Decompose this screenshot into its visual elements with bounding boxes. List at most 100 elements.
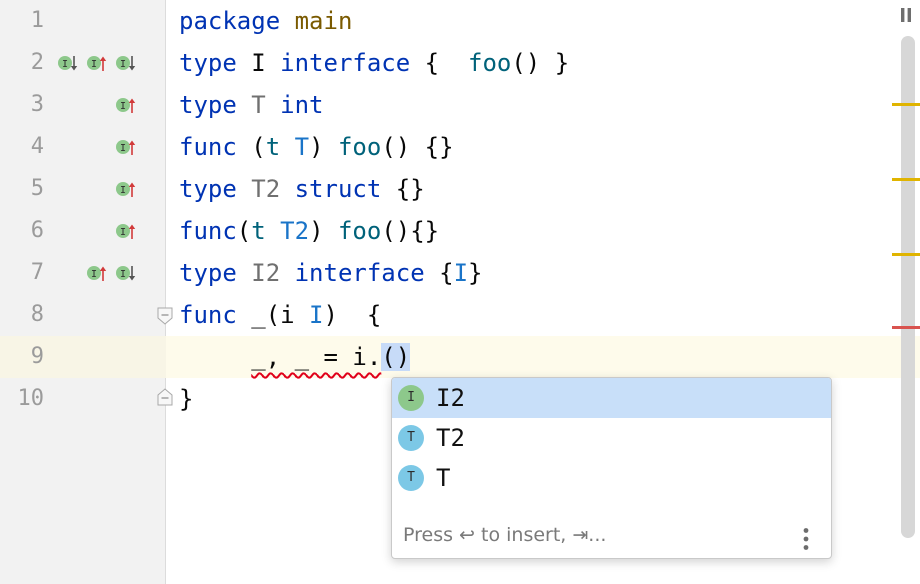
keyword-token: func	[179, 217, 237, 245]
code-text: )	[309, 133, 338, 161]
code-text: (	[236, 133, 266, 161]
warning-stripe-mark[interactable]	[892, 253, 920, 256]
svg-text:I: I	[120, 227, 126, 238]
keyword-token: type	[179, 175, 237, 203]
code-text: }	[468, 259, 483, 287]
code-line[interactable]: func(t T2) foo(){}	[179, 210, 439, 252]
type-name-token: I2	[251, 259, 281, 287]
code-line[interactable]: }	[179, 378, 193, 420]
fold-collapse-icon[interactable]	[157, 307, 173, 325]
line-number: 6	[30, 218, 44, 243]
completion-item[interactable]: I I2	[392, 378, 831, 418]
function-name-token: foo	[337, 217, 382, 245]
vertical-scrollbar-thumb[interactable]	[901, 36, 915, 538]
type-icon: T	[398, 465, 424, 491]
code-text: )	[309, 217, 338, 245]
line-number: 5	[30, 176, 44, 201]
completion-item[interactable]: T T2	[392, 418, 831, 458]
implementing-method-icon[interactable]: I	[115, 220, 137, 242]
svg-text:I: I	[91, 269, 97, 280]
implementing-method-icon[interactable]: I	[115, 178, 137, 200]
code-text: () {}	[381, 133, 454, 161]
line-number: 9	[30, 344, 44, 369]
fold-end-icon[interactable]	[157, 388, 173, 406]
implementing-method-icon[interactable]: I	[86, 262, 108, 284]
svg-text:I: I	[120, 143, 126, 154]
package-name-token: main	[294, 7, 353, 35]
inspection-status-icon[interactable]	[899, 7, 913, 23]
svg-text:I: I	[120, 59, 126, 70]
keyword-token: func	[179, 301, 237, 329]
svg-text:I: I	[62, 59, 68, 70]
code-text: }	[179, 385, 194, 413]
code-text: {	[410, 49, 468, 77]
code-line[interactable]: func (t T) foo() {}	[179, 126, 454, 168]
code-text: (	[236, 217, 252, 245]
warning-stripe-mark[interactable]	[892, 103, 920, 106]
more-options-icon[interactable]	[803, 527, 809, 551]
caret-paren-token: ()	[381, 343, 411, 371]
completion-item-label: I2	[436, 384, 465, 412]
code-text: {}	[381, 175, 425, 203]
code-line[interactable]: type T int	[179, 84, 324, 126]
implementing-method-icon[interactable]: I	[86, 52, 108, 74]
type-name-token: T	[251, 91, 266, 119]
type-ref-token: I	[309, 301, 324, 329]
parameter-token: t	[265, 133, 281, 161]
implemented-by-icon[interactable]: I	[57, 52, 79, 74]
interface-icon: I	[398, 385, 424, 411]
line-number: 3	[30, 92, 44, 117]
implemented-by-icon[interactable]: I	[115, 262, 137, 284]
keyword-token: func	[179, 133, 237, 161]
code-text: {	[424, 259, 454, 287]
implementing-method-icon[interactable]: I	[115, 136, 137, 158]
code-line[interactable]: _, _ = i.()	[179, 336, 411, 378]
completion-popup[interactable]: I I2 T T2 T T Press ↩ to insert, ⇥...	[391, 377, 832, 559]
code-line[interactable]: type I interface { foo() }	[179, 42, 569, 84]
keyword-token: type	[179, 259, 237, 287]
code-line[interactable]: func _(i I) {	[179, 294, 381, 336]
svg-text:I: I	[120, 101, 126, 112]
line-number: 4	[30, 134, 44, 159]
code-line[interactable]: package main	[179, 0, 352, 42]
line-number: 7	[30, 260, 44, 285]
implementing-method-icon[interactable]: I	[115, 94, 137, 116]
code-line[interactable]: type I2 interface {I}	[179, 252, 482, 294]
svg-text:I: I	[120, 269, 126, 280]
line-number: 1	[30, 8, 44, 33]
code-text: I	[236, 49, 281, 77]
keyword-token: type	[179, 91, 237, 119]
completion-hint: Press ↩ to insert, ⇥...	[403, 524, 607, 546]
code-text: _(i	[236, 301, 310, 329]
line-number: 2	[30, 50, 44, 75]
implemented-by-icon[interactable]: I	[115, 52, 137, 74]
completion-item-label: T	[436, 464, 451, 492]
completion-item-label: T2	[436, 424, 465, 452]
svg-text:I: I	[120, 185, 126, 196]
code-text: ) {	[323, 301, 382, 329]
type-ref-token: I	[453, 259, 469, 287]
keyword-token: type	[179, 49, 237, 77]
line-number: 8	[30, 302, 44, 327]
code-line[interactable]: type T2 struct {}	[179, 168, 425, 210]
parameter-token: t	[251, 217, 266, 245]
code-text: (){}	[381, 217, 440, 245]
warning-stripe-mark[interactable]	[892, 178, 920, 181]
error-stripe-mark[interactable]	[892, 326, 920, 329]
keyword-token: interface	[280, 49, 411, 77]
error-token: _, _ = i.	[251, 343, 382, 371]
line-number: 10	[17, 386, 45, 411]
completion-item[interactable]: TT	[392, 458, 831, 498]
keyword-token: int	[280, 91, 324, 119]
type-icon: T	[398, 425, 424, 451]
type-name-token: T2	[251, 175, 281, 203]
